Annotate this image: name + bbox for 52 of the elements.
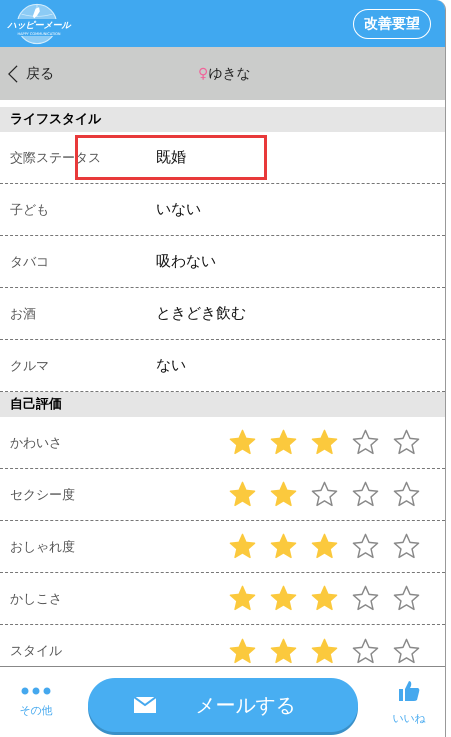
row-label: かわいさ — [10, 434, 63, 452]
empty-star-icon — [392, 584, 421, 613]
filled-star-icon — [269, 428, 298, 457]
filled-star-icon — [310, 584, 339, 613]
row-label: おしゃれ度 — [10, 538, 76, 556]
request-button[interactable]: 改善要望 — [353, 8, 431, 38]
row-label: クルマ — [10, 358, 50, 374]
empty-star-icon — [351, 584, 380, 613]
empty-star-icon — [351, 636, 380, 666]
section-header: ライフスタイル — [0, 107, 445, 132]
row-label: スタイル — [10, 643, 63, 660]
username: ゆきな — [208, 66, 250, 82]
filled-star-icon — [269, 480, 298, 509]
filled-star-icon — [228, 480, 257, 509]
section-header: 自己評価 — [0, 392, 445, 417]
filled-star-icon — [228, 584, 257, 613]
row-label: セクシー度 — [10, 486, 76, 504]
empty-star-icon — [310, 480, 339, 509]
row-value: ときどき飲む — [155, 303, 247, 324]
row-value: いない — [155, 199, 202, 220]
filled-star-icon — [269, 584, 298, 613]
row-label: タバコ — [10, 254, 50, 270]
envelope-icon — [134, 697, 156, 713]
empty-star-icon — [392, 428, 421, 457]
filled-star-icon — [310, 532, 339, 561]
filled-star-icon — [269, 532, 298, 561]
empty-star-icon — [351, 532, 380, 561]
filled-star-icon — [269, 636, 298, 666]
empty-star-icon — [392, 532, 421, 561]
row-label: 子ども — [10, 202, 50, 218]
row-value: 吸わない — [155, 251, 217, 272]
row-label: お酒 — [10, 306, 37, 322]
back-button[interactable]: 戻る — [8, 64, 54, 82]
mail-button[interactable]: メールする — [88, 678, 358, 732]
chevron-left-icon — [8, 64, 18, 82]
row-value: ない — [155, 355, 187, 376]
empty-star-icon — [351, 480, 380, 509]
thumbs-up-icon — [397, 678, 421, 702]
filled-star-icon — [228, 532, 257, 561]
logo-text: ハッピーメール — [6, 19, 72, 32]
filled-star-icon — [310, 636, 339, 666]
dots-icon — [21, 686, 51, 694]
empty-star-icon — [392, 636, 421, 666]
more-button[interactable]: その他 — [14, 686, 58, 718]
like-button[interactable]: いいね — [387, 678, 431, 726]
female-symbol: ♀ — [198, 66, 208, 82]
filled-star-icon — [228, 428, 257, 457]
empty-star-icon — [351, 428, 380, 457]
row-label: かしこさ — [10, 590, 63, 608]
empty-star-icon — [392, 480, 421, 509]
filled-star-icon — [228, 636, 257, 666]
filled-star-icon — [310, 428, 339, 457]
